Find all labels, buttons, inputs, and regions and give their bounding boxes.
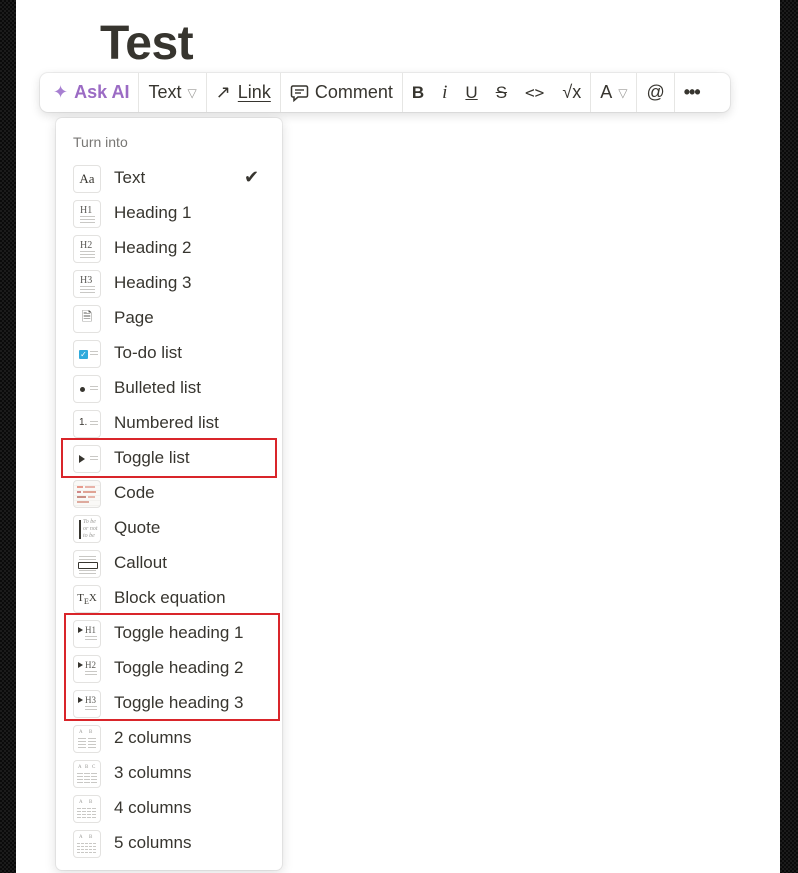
quote-icon: To be or not to be [73, 515, 101, 543]
menu-item-callout[interactable]: Callout [56, 547, 282, 582]
menu-item-label: Callout [114, 553, 167, 572]
menu-item-heading-1[interactable]: H1 Heading 1 [56, 197, 282, 232]
heading-3-icon: H3 [73, 270, 101, 298]
menu-item-label: Heading 3 [114, 273, 192, 292]
menu-item-3-columns[interactable]: ABC 3 columns [56, 757, 282, 792]
menu-item-label: Numbered list [114, 413, 219, 432]
chevron-down-icon: ▽ [187, 85, 197, 100]
comment-label: Comment [314, 82, 393, 102]
numbered-list-icon: 1. [73, 410, 101, 438]
five-columns-icon: AB [73, 830, 101, 858]
heading-1-icon: H1 [73, 200, 101, 228]
menu-item-quote[interactable]: To be or not to be Quote [56, 512, 282, 547]
comment-button[interactable]: Comment [281, 73, 402, 112]
menu-item-label: Page [114, 308, 154, 327]
callout-icon [73, 550, 101, 578]
comment-icon [290, 84, 309, 102]
block-type-dropdown[interactable]: Text ▽ [139, 73, 205, 112]
menu-item-numbered-list[interactable]: 1. Numbered list [56, 407, 282, 442]
menu-item-2-columns[interactable]: AB 2 columns [56, 722, 282, 757]
ask-ai-button[interactable]: ✦ Ask AI [44, 73, 138, 112]
bold-button[interactable]: B [403, 73, 433, 112]
link-button[interactable]: ↗ Link [207, 73, 280, 112]
chevron-down-icon: ▽ [618, 85, 628, 100]
highlight-box-toggle-list [61, 438, 277, 478]
menu-item-label: Heading 2 [114, 238, 192, 257]
strikethrough-button[interactable]: S [487, 73, 516, 112]
menu-item-code[interactable]: Code [56, 477, 282, 512]
more-options-button[interactable]: ••• [675, 73, 709, 112]
sparkle-icon: ✦ [53, 82, 69, 102]
inline-code-button[interactable]: <> [516, 73, 553, 112]
italic-button[interactable]: i [433, 73, 456, 112]
page-title[interactable]: Test [100, 14, 194, 74]
bulleted-list-icon [73, 375, 101, 403]
text-color-button[interactable]: A ▽ [591, 73, 636, 112]
highlight-box-toggle-headings [64, 613, 280, 721]
code-icon [73, 480, 101, 508]
menu-header: Turn into [73, 134, 128, 150]
window-edge-right [780, 0, 798, 873]
check-icon: ✔ [244, 167, 260, 187]
underline-button[interactable]: U [456, 73, 486, 112]
menu-item-label: 5 columns [114, 833, 192, 852]
menu-item-label: Text [114, 168, 146, 187]
menu-item-label: Code [114, 483, 155, 502]
page-icon: 🗎 [73, 305, 101, 333]
turn-into-menu: Turn into Aa Text ✔ H1 Heading 1 H2 Head… [56, 118, 282, 870]
menu-item-label: To-do list [114, 343, 183, 362]
mention-button[interactable]: @ [637, 73, 673, 112]
text-icon: Aa [73, 165, 101, 193]
equation-button[interactable]: √x [553, 73, 590, 112]
menu-item-label: 3 columns [114, 763, 192, 782]
menu-item-heading-2[interactable]: H2 Heading 2 [56, 232, 282, 267]
menu-item-label: 4 columns [114, 798, 192, 817]
menu-item-label: Block equation [114, 588, 226, 607]
block-type-label: Text [148, 82, 182, 102]
ask-ai-label: Ask AI [74, 82, 130, 102]
two-columns-icon: AB [73, 725, 101, 753]
link-label: Link [237, 82, 271, 102]
heading-2-icon: H2 [73, 235, 101, 263]
menu-item-page[interactable]: 🗎 Page [56, 302, 282, 337]
menu-item-bulleted-list[interactable]: Bulleted list [56, 372, 282, 407]
menu-item-block-equation[interactable]: TEX Block equation [56, 582, 282, 617]
formatting-toolbar: ✦ Ask AI Text ▽ ↗ Link Comment B i U S <… [40, 73, 730, 112]
menu-item-heading-3[interactable]: H3 Heading 3 [56, 267, 282, 302]
menu-item-label: Heading 1 [114, 203, 192, 222]
menu-item-label: Bulleted list [114, 378, 201, 397]
menu-item-todo-list[interactable]: ✓ To-do list [56, 337, 282, 372]
menu-item-label: Quote [114, 518, 161, 537]
editor-page: Test ✦ Ask AI Text ▽ ↗ Link Comment B i [16, 0, 780, 873]
menu-item-text[interactable]: Aa Text ✔ [56, 162, 282, 197]
menu-item-5-columns[interactable]: AB 5 columns [56, 827, 282, 862]
arrow-up-right-icon: ↗ [215, 82, 231, 102]
four-columns-icon: AB [73, 795, 101, 823]
menu-item-label: 2 columns [114, 728, 192, 747]
window-edge-left [0, 0, 16, 873]
text-color-label: A [600, 82, 613, 102]
todo-list-icon: ✓ [73, 340, 101, 368]
menu-item-4-columns[interactable]: AB 4 columns [56, 792, 282, 827]
three-columns-icon: ABC [73, 760, 101, 788]
block-equation-icon: TEX [73, 585, 101, 613]
